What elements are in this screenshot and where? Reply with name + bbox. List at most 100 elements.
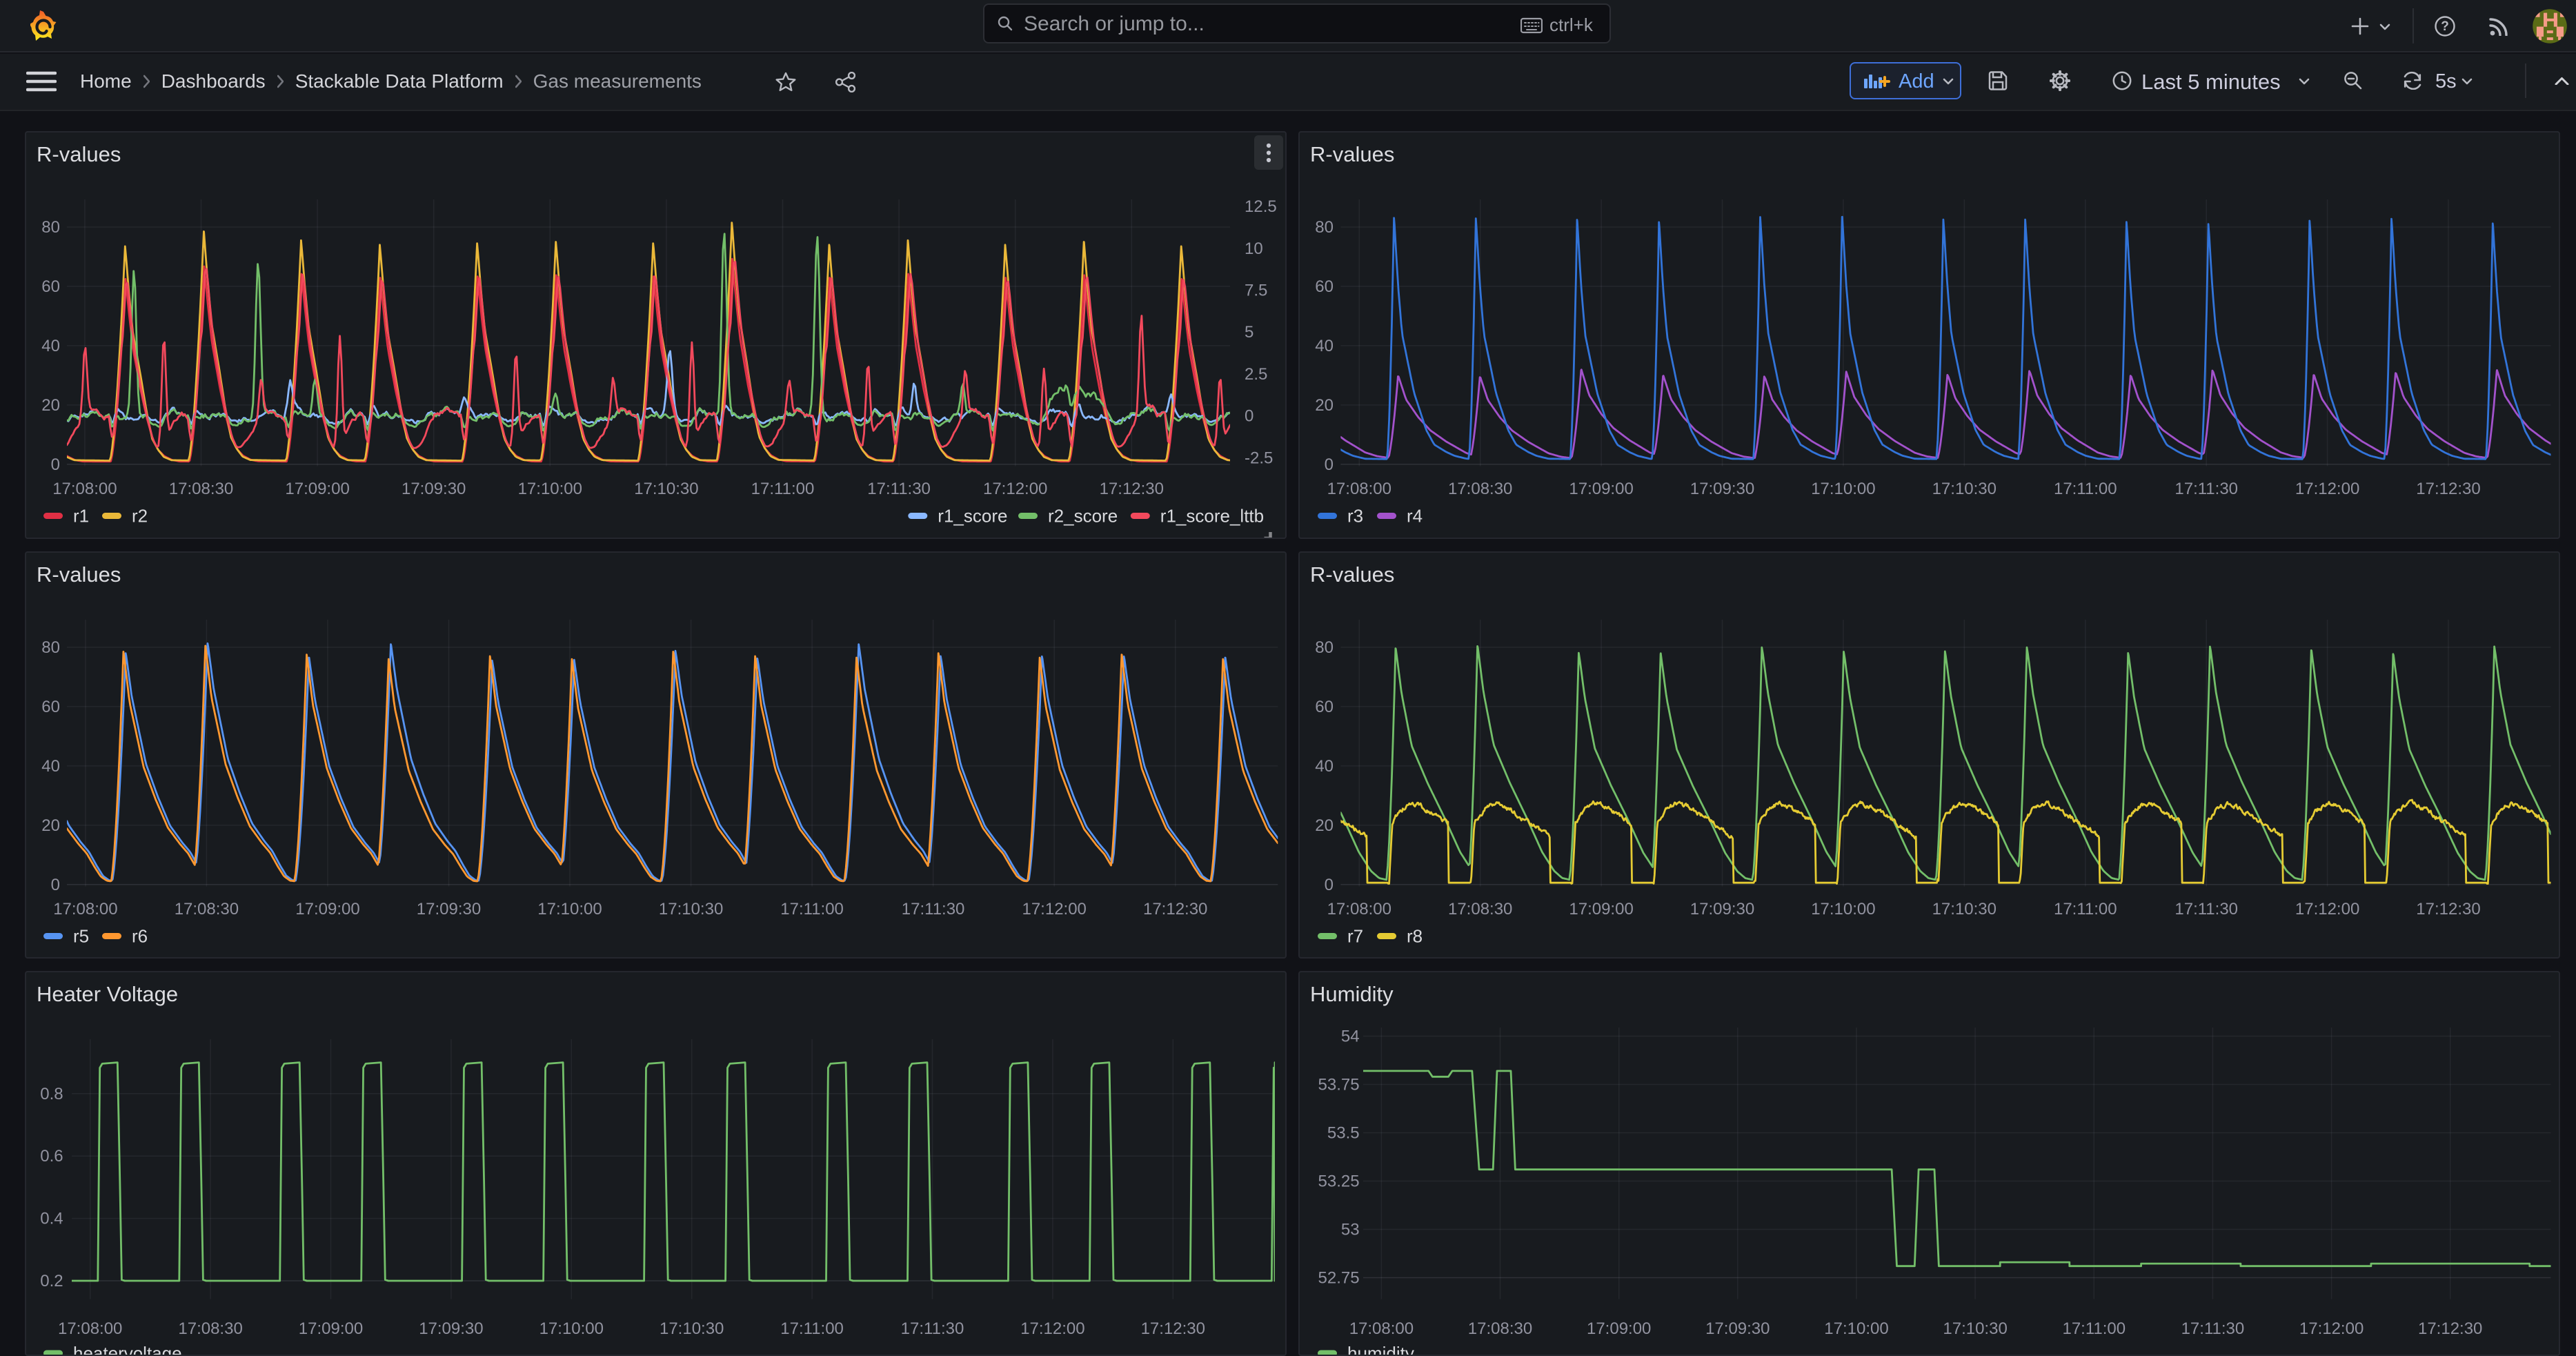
svg-text:r1: r1 (73, 506, 89, 527)
svg-text:53: 53 (1341, 1220, 1360, 1239)
svg-text:60: 60 (41, 697, 60, 716)
svg-text:r7: r7 (1347, 925, 1363, 946)
svg-text:?: ? (2441, 19, 2449, 34)
svg-text:17:09:00: 17:09:00 (1587, 1319, 1651, 1338)
svg-text:17:12:30: 17:12:30 (1141, 1319, 1205, 1338)
svg-text:17:11:00: 17:11:00 (751, 480, 815, 498)
svg-text:17:12:30: 17:12:30 (2418, 1319, 2482, 1338)
svg-text:17:11:00: 17:11:00 (2054, 900, 2117, 918)
svg-text:17:08:00: 17:08:00 (1349, 1319, 1414, 1338)
svg-text:17:11:30: 17:11:30 (902, 900, 965, 918)
svg-text:53.5: 53.5 (1327, 1123, 1360, 1142)
svg-text:R-values: R-values (1310, 142, 1394, 166)
svg-text:17:12:30: 17:12:30 (1143, 900, 1207, 918)
svg-text:17:10:00: 17:10:00 (1811, 480, 1875, 498)
svg-text:17:08:30: 17:08:30 (1448, 900, 1512, 918)
svg-text:40: 40 (1316, 337, 1334, 355)
svg-text:17:08:00: 17:08:00 (58, 1319, 122, 1338)
svg-text:17:12:00: 17:12:00 (2299, 1319, 2364, 1338)
svg-text:53.75: 53.75 (1318, 1075, 1360, 1094)
svg-text:-2.5: -2.5 (1245, 449, 1273, 467)
svg-text:r8: r8 (1407, 925, 1423, 946)
svg-text:17:11:30: 17:11:30 (901, 1319, 964, 1338)
svg-text:17:08:30: 17:08:30 (1448, 480, 1512, 498)
svg-text:0.6: 0.6 (40, 1147, 63, 1166)
svg-text:17:09:00: 17:09:00 (1569, 480, 1634, 498)
svg-text:17:08:00: 17:08:00 (53, 900, 117, 918)
svg-text:r1_score_lttb: r1_score_lttb (1160, 506, 1264, 527)
svg-text:17:09:00: 17:09:00 (295, 900, 359, 918)
svg-text:17:12:00: 17:12:00 (1022, 900, 1086, 918)
svg-text:17:12:00: 17:12:00 (2295, 900, 2359, 918)
svg-text:20: 20 (1316, 396, 1334, 415)
svg-text:17:11:30: 17:11:30 (2181, 1319, 2245, 1338)
svg-text:17:11:30: 17:11:30 (2175, 480, 2239, 498)
svg-text:17:10:30: 17:10:30 (1932, 480, 1997, 498)
svg-text:17:10:30: 17:10:30 (634, 480, 698, 498)
svg-text:53.25: 53.25 (1318, 1172, 1360, 1190)
svg-text:0.8: 0.8 (40, 1084, 63, 1103)
svg-text:17:10:00: 17:10:00 (518, 480, 582, 498)
svg-text:Humidity: Humidity (1310, 982, 1394, 1006)
svg-text:17:09:30: 17:09:30 (1705, 1319, 1770, 1338)
svg-text:17:11:00: 17:11:00 (2054, 480, 2117, 498)
svg-text:60: 60 (1316, 697, 1334, 716)
svg-text:60: 60 (41, 277, 60, 296)
svg-text:R-values: R-values (37, 142, 121, 166)
svg-text:12.5: 12.5 (1245, 197, 1277, 216)
svg-text:0: 0 (51, 455, 60, 474)
svg-text:17:09:30: 17:09:30 (402, 480, 466, 498)
svg-text:17:11:00: 17:11:00 (780, 1319, 844, 1338)
svg-text:17:08:00: 17:08:00 (1327, 900, 1391, 918)
svg-text:0.2: 0.2 (40, 1272, 63, 1290)
svg-text:Heater Voltage: Heater Voltage (37, 982, 178, 1006)
svg-text:10: 10 (1245, 239, 1263, 258)
svg-text:17:08:00: 17:08:00 (1327, 480, 1391, 498)
svg-text:17:12:30: 17:12:30 (2417, 900, 2481, 918)
svg-text:40: 40 (41, 337, 60, 355)
svg-text:r5: r5 (73, 925, 89, 946)
svg-text:r3: r3 (1347, 506, 1363, 527)
svg-text:7.5: 7.5 (1245, 282, 1267, 300)
svg-text:R-values: R-values (37, 562, 121, 587)
svg-text:17:10:00: 17:10:00 (539, 1319, 604, 1338)
svg-text:17:10:30: 17:10:30 (659, 900, 723, 918)
svg-text:0: 0 (1325, 455, 1334, 474)
svg-text:0: 0 (51, 875, 60, 894)
svg-text:r2: r2 (132, 506, 148, 527)
svg-text:0.4: 0.4 (40, 1209, 63, 1228)
svg-text:17:12:00: 17:12:00 (1020, 1319, 1084, 1338)
svg-text:17:10:30: 17:10:30 (660, 1319, 724, 1338)
svg-text:17:09:30: 17:09:30 (1690, 900, 1754, 918)
svg-text:80: 80 (41, 638, 60, 657)
svg-text:20: 20 (41, 816, 60, 834)
svg-text:17:08:30: 17:08:30 (169, 480, 233, 498)
svg-text:17:09:00: 17:09:00 (285, 480, 349, 498)
svg-text:80: 80 (41, 218, 60, 237)
svg-text:17:09:30: 17:09:30 (417, 900, 481, 918)
svg-text:r1_score: r1_score (938, 506, 1007, 527)
svg-text:17:09:30: 17:09:30 (1690, 480, 1754, 498)
svg-text:17:10:00: 17:10:00 (1811, 900, 1875, 918)
svg-text:20: 20 (1316, 816, 1334, 834)
svg-text:17:08:00: 17:08:00 (52, 480, 117, 498)
svg-text:17:11:30: 17:11:30 (867, 480, 931, 498)
svg-text:20: 20 (41, 396, 60, 415)
svg-text:80: 80 (1316, 218, 1334, 237)
svg-text:r6: r6 (132, 925, 148, 946)
svg-text:54: 54 (1341, 1027, 1360, 1045)
svg-text:17:12:00: 17:12:00 (983, 480, 1047, 498)
svg-text:17:08:30: 17:08:30 (175, 900, 239, 918)
svg-text:17:10:30: 17:10:30 (1932, 900, 1997, 918)
svg-text:60: 60 (1316, 277, 1334, 296)
svg-text:40: 40 (41, 756, 60, 775)
svg-text:17:12:00: 17:12:00 (2295, 480, 2359, 498)
svg-text:40: 40 (1316, 756, 1334, 775)
svg-text:0: 0 (1245, 407, 1254, 426)
svg-text:17:09:00: 17:09:00 (1569, 900, 1634, 918)
svg-text:17:12:30: 17:12:30 (1100, 480, 1164, 498)
svg-text:80: 80 (1316, 638, 1334, 657)
svg-text:17:11:30: 17:11:30 (2175, 900, 2239, 918)
svg-text:17:11:00: 17:11:00 (2063, 1319, 2126, 1338)
svg-text:R-values: R-values (1310, 562, 1394, 587)
